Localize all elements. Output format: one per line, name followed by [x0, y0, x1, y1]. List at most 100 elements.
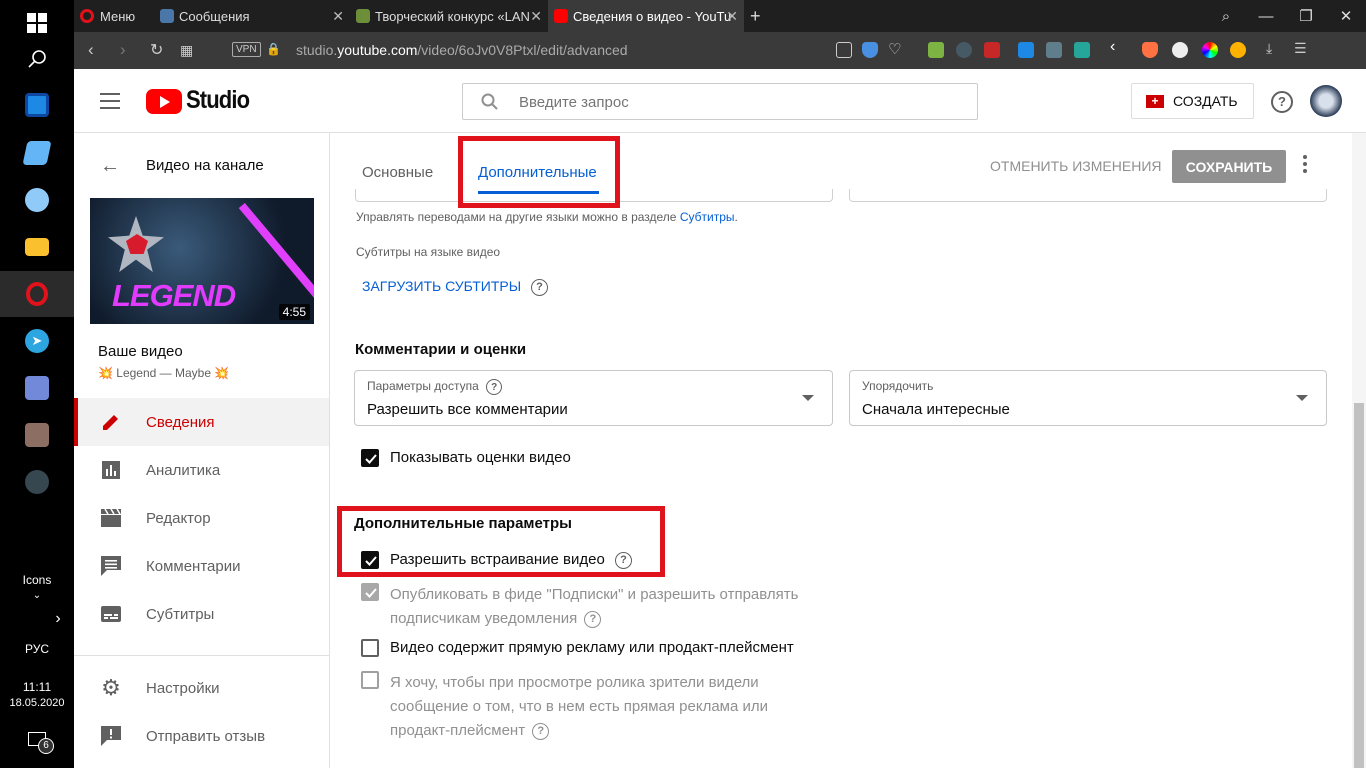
help-icon[interactable]: ? — [584, 610, 602, 628]
taskbar-app-2[interactable] — [0, 130, 74, 176]
chevron-down-icon[interactable]: ⌄ — [0, 590, 74, 601]
publish-to-feed-line1: Опубликовать в фиде "Подписки" и разреши… — [390, 586, 799, 603]
comments-section-heading: Комментарии и оценки — [355, 341, 527, 358]
address-bar: ‹ › ↻ ▦ VPN 🔒 studio.youtube.com/video/6… — [74, 32, 1366, 69]
minimize-button[interactable]: — — [1246, 0, 1286, 32]
create-button[interactable]: + СОЗДАТЬ — [1131, 83, 1254, 119]
play-icon — [160, 96, 170, 108]
sidebar-item-comments[interactable]: Комментарии — [74, 542, 329, 590]
publish-to-feed-checkbox[interactable] — [361, 583, 379, 601]
taskbar-app-explorer[interactable] — [0, 224, 74, 270]
show-ratings-checkbox[interactable] — [361, 449, 379, 467]
studio-logo-text[interactable]: Studio — [186, 86, 250, 115]
help-icon[interactable]: ? — [1271, 91, 1293, 113]
youtube-logo-icon[interactable] — [146, 89, 182, 114]
hamburger-menu-icon[interactable] — [100, 93, 120, 109]
clock-date[interactable]: 18.05.2020 — [0, 697, 74, 709]
viewers-line3: продакт-плейсмент — [390, 722, 526, 739]
back-arrow-icon[interactable]: ← — [100, 155, 120, 178]
taskbar-app-discord[interactable] — [0, 365, 74, 411]
extension-icon[interactable] — [956, 42, 972, 58]
upload-subtitles-button[interactable]: ЗАГРУЗИТЬ СУБТИТРЫ ? — [362, 278, 549, 296]
translate-icon[interactable] — [1018, 42, 1034, 58]
tab-basic[interactable]: Основные — [362, 164, 433, 181]
browser-tab-youtube[interactable]: Сведения о видео - YouTu ✕ — [548, 0, 744, 32]
avatar[interactable] — [1310, 85, 1342, 117]
taskbar-app-paint[interactable] — [0, 177, 74, 223]
sidebar-item-settings[interactable]: ⚙ Настройки — [74, 664, 329, 712]
comment-access-select[interactable]: Параметры доступа ? Разрешить все коммен… — [354, 370, 833, 426]
paid-promotion-checkbox[interactable] — [361, 639, 379, 657]
help-icon[interactable]: ? — [531, 278, 549, 296]
sidebar-item-label: Аналитика — [146, 461, 221, 479]
taskbar-app-game[interactable] — [0, 412, 74, 458]
cancel-changes-button[interactable]: ОТМЕНИТЬ ИЗМЕНЕНИЯ — [990, 158, 1162, 174]
close-tab-icon[interactable]: ✕ — [530, 8, 542, 25]
scrollbar-thumb[interactable] — [1354, 403, 1364, 768]
vk-icon — [160, 9, 174, 23]
search-input[interactable] — [519, 90, 959, 114]
chevron-left-icon[interactable]: ‹ — [1110, 38, 1126, 55]
clock-time[interactable]: 11:11 — [0, 680, 74, 694]
heart-icon[interactable]: ♡ — [888, 40, 904, 58]
save-button[interactable]: СОХРАНИТЬ — [1172, 150, 1286, 183]
sidebar-item-editor[interactable]: Редактор — [74, 494, 329, 542]
vpn-badge[interactable]: VPN — [232, 42, 261, 57]
reload-icon[interactable]: ↻ — [150, 40, 163, 60]
extension-icon[interactable] — [1230, 42, 1246, 58]
video-thumbnail[interactable]: LEGEND 4:55 — [90, 198, 314, 324]
more-options-icon[interactable] — [1303, 155, 1307, 173]
taskbar-app-support[interactable] — [0, 459, 74, 505]
comment-sort-select[interactable]: Упорядочить Сначала интересные — [849, 370, 1327, 426]
browser-tab-contest[interactable]: Творческий конкурс «LAN ✕ — [350, 0, 548, 32]
paint-icon — [25, 188, 49, 212]
search-taskbar-button[interactable] — [0, 36, 74, 82]
easy-setup-icon[interactable]: ☰ — [1294, 40, 1310, 56]
chat-icon[interactable] — [1172, 42, 1188, 58]
extension-icon[interactable] — [1142, 42, 1158, 58]
sidebar-item-analytics[interactable]: Аналитика — [74, 446, 329, 494]
opera-menu-button[interactable]: Меню — [80, 0, 156, 32]
notes-icon — [22, 141, 52, 165]
downloads-icon[interactable]: ⤓ — [1266, 40, 1282, 56]
extension-icon[interactable] — [1074, 42, 1090, 58]
color-icon[interactable] — [1202, 42, 1218, 58]
taskbar-app-telegram[interactable]: ➤ — [0, 318, 74, 364]
camera-icon[interactable] — [836, 42, 852, 58]
help-icon[interactable]: ? — [532, 722, 550, 740]
chevron-right-icon[interactable]: › — [48, 610, 68, 628]
search-box[interactable] — [462, 83, 978, 120]
close-window-button[interactable]: ✕ — [1326, 0, 1366, 32]
url-field[interactable]: studio.youtube.com/video/6oJv0V8Ptxl/edi… — [296, 42, 628, 58]
taskbar-app-1[interactable] — [0, 82, 74, 128]
subtitles-link[interactable]: Субтитры — [680, 210, 735, 224]
speed-dial-icon[interactable]: ▦ — [180, 42, 193, 59]
channel-videos-link[interactable]: Видео на канале — [146, 157, 264, 174]
checkmark-icon — [365, 588, 377, 598]
lock-icon: 🔒 — [266, 42, 281, 56]
forward-icon[interactable]: › — [120, 40, 126, 60]
extension-icon[interactable] — [984, 42, 1000, 58]
language-indicator[interactable]: РУС — [0, 642, 74, 656]
show-viewers-disclosure-checkbox[interactable] — [361, 671, 379, 689]
extension-icon[interactable] — [928, 42, 944, 58]
opera-icon — [26, 282, 48, 306]
taskbar-app-opera[interactable] — [0, 271, 74, 317]
analytics-icon — [100, 459, 122, 481]
browser-tab-bar: Меню Сообщения ✕ Творческий конкурс «LAN… — [74, 0, 1366, 32]
sidebar-item-details[interactable]: Сведения — [74, 398, 329, 446]
icons-toolbar-label: Icons — [22, 573, 52, 587]
shield-icon[interactable] — [862, 42, 878, 58]
close-tab-icon[interactable]: ✕ — [726, 8, 738, 25]
new-tab-button[interactable]: + — [750, 0, 770, 32]
download-icon[interactable] — [1046, 42, 1062, 58]
search-tabs-icon[interactable]: ⌕ — [1206, 0, 1246, 32]
browser-tab-messages[interactable]: Сообщения ✕ — [154, 0, 350, 32]
sidebar-item-feedback[interactable]: Отправить отзыв — [74, 712, 329, 760]
close-tab-icon[interactable]: ✕ — [332, 8, 344, 25]
back-icon[interactable]: ‹ — [88, 40, 94, 60]
maximize-button[interactable]: ❐ — [1286, 0, 1326, 32]
help-icon[interactable]: ? — [486, 379, 503, 395]
show-ratings-label: Показывать оценки видео — [390, 449, 571, 466]
sidebar-item-subtitles[interactable]: Субтитры — [74, 590, 329, 638]
